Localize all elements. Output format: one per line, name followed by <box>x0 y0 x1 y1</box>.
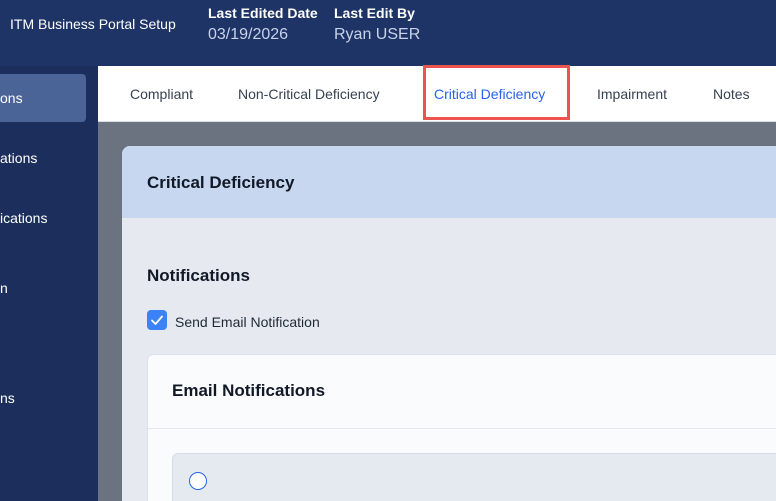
last-edit-by-label: Last Edit By <box>334 5 415 21</box>
tab-compliant[interactable]: Compliant <box>130 66 193 122</box>
send-email-checkbox[interactable] <box>147 310 167 330</box>
tab-impairment[interactable]: Impairment <box>597 66 667 122</box>
sidebar-item-label: ons <box>0 90 23 106</box>
tab-bar: Compliant Non-Critical Deficiency Critic… <box>98 66 776 122</box>
sidebar-item-1[interactable]: ons <box>0 74 86 122</box>
sidebar-item-3[interactable]: ications <box>0 194 86 242</box>
sidebar-item-label: ns <box>0 390 15 406</box>
email-notifications-panel: Email Notifications <box>147 354 776 501</box>
last-edit-by-value: Ryan USER <box>334 26 421 43</box>
sidebar-item-5[interactable]: ns <box>0 374 86 422</box>
card-title: Critical Deficiency <box>147 173 295 192</box>
send-email-label: Send Email Notification <box>175 314 320 330</box>
sidebar-item-label: ications <box>0 210 48 226</box>
notifications-title: Notifications <box>147 266 250 285</box>
sidebar-item-label: n <box>0 280 8 296</box>
app-title: ITM Business Portal Setup <box>10 16 176 32</box>
check-icon <box>151 315 163 325</box>
last-edited-date-value: 03/19/2026 <box>208 26 289 43</box>
critical-deficiency-card: Critical Deficiency Notifications Send E… <box>122 146 776 501</box>
sidebar-item-label: ations <box>0 150 38 166</box>
last-edited-date: Last Edited Date 03/19/2026 <box>208 5 318 46</box>
app-header: ITM Business Portal Setup Last Edited Da… <box>0 0 776 66</box>
tab-critical-deficiency[interactable]: Critical Deficiency <box>434 66 545 122</box>
sidebar-item-2[interactable]: ations <box>0 134 86 182</box>
tab-notes[interactable]: Notes <box>713 66 750 122</box>
email-option-radio[interactable] <box>189 472 207 490</box>
divider <box>148 428 776 429</box>
tab-non-critical-deficiency[interactable]: Non-Critical Deficiency <box>238 66 380 122</box>
email-notifications-title: Email Notifications <box>172 381 326 400</box>
last-edited-date-label: Last Edited Date <box>208 5 318 21</box>
sidebar: ons ations ications n ns <box>0 66 98 501</box>
sidebar-item-4[interactable]: n <box>0 264 86 312</box>
last-edit-by: Last Edit By Ryan USER <box>334 5 420 46</box>
card-header: Critical Deficiency <box>122 146 776 218</box>
email-option-row <box>172 453 776 501</box>
